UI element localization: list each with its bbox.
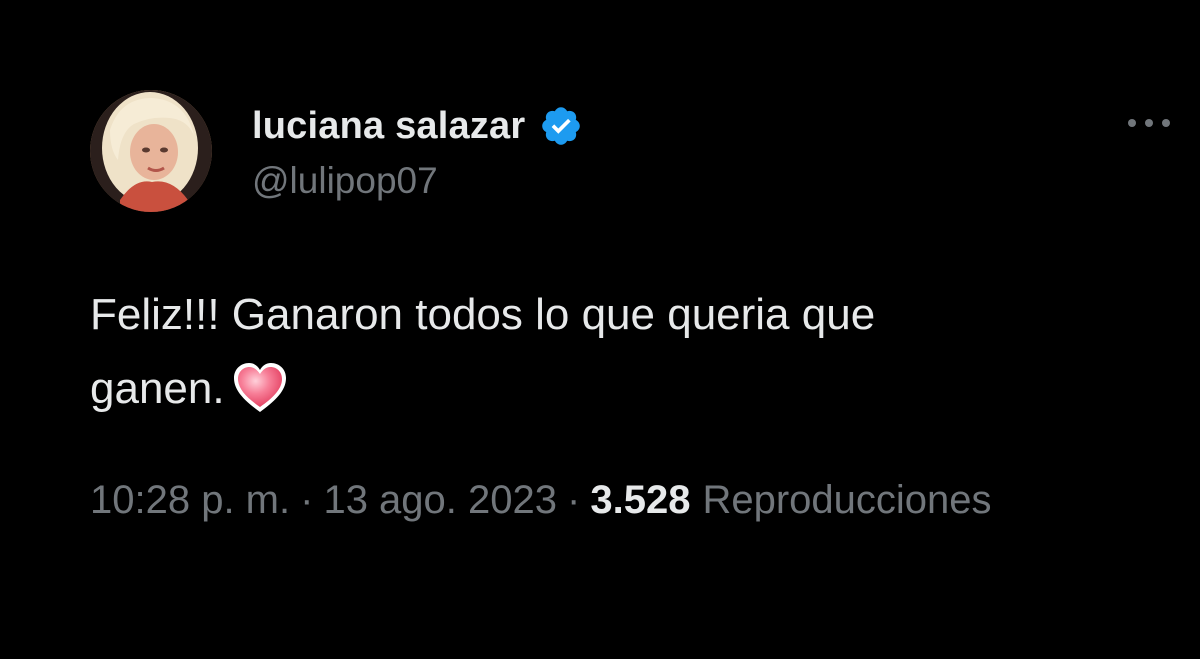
views-label: Reproducciones [702,478,992,522]
tweet-text-line-2-wrapper: ganen. [90,352,1130,426]
verified-badge-icon [539,104,583,148]
more-options-button[interactable] [1124,108,1174,138]
heart-icon [231,361,289,415]
meta-separator: · [567,478,581,522]
meta-separator: · [300,478,314,522]
more-options-icon [1128,119,1170,127]
tweet-text-line-2: ganen. [90,364,225,413]
tweet-text-line-1: Feliz!!! Ganaron todos lo que queria que [90,290,876,339]
author-handle[interactable]: @lulipop07 [252,160,438,202]
tweet-time[interactable]: 10:28 p. m. [90,478,290,522]
tweet-meta: 10:28 p. m. · 13 ago. 2023 · 3.528 Reproducci… [90,478,992,523]
avatar-image [90,90,212,212]
views-count: 3.528 [590,478,691,522]
avatar[interactable] [90,90,212,212]
tweet-date[interactable]: 13 ago. 2023 [323,478,557,522]
author-display-name[interactable]: luciana salazar [252,105,525,148]
tweet-card: luciana salazar @lulipop07 Feliz!!! Gana… [0,0,1200,659]
tweet-text: Feliz!!! Ganaron todos lo que queria que… [90,278,1130,426]
author-name-row: luciana salazar [252,101,583,151]
